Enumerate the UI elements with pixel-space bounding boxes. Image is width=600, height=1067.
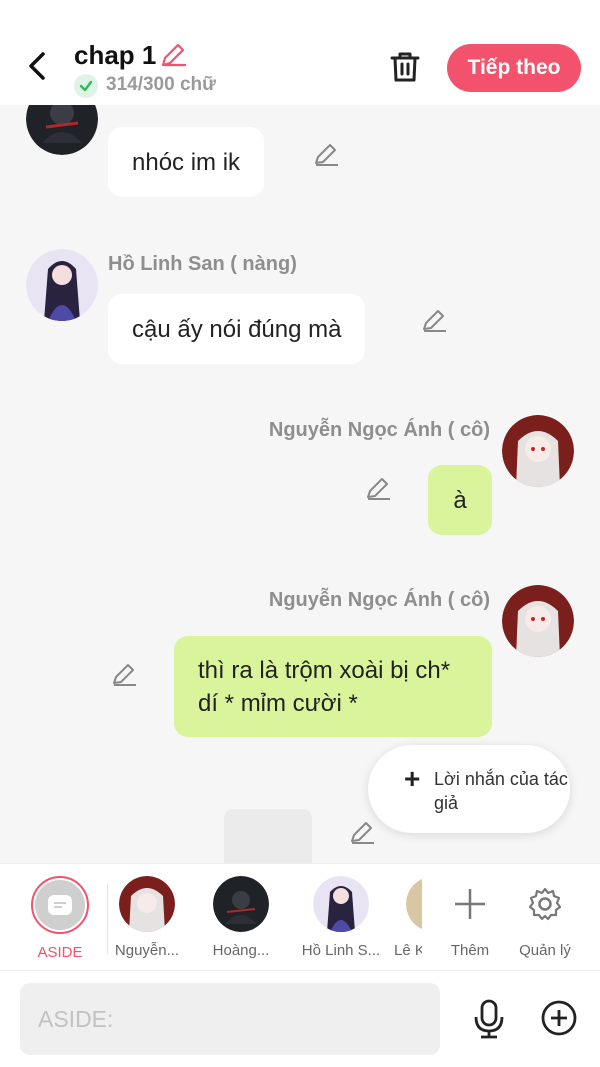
add-button[interactable] [540,999,578,1037]
message-text: cậu ấy nói đúng mà [132,315,342,343]
character-item[interactable]: Lê K [394,876,422,959]
plus-icon [455,889,485,919]
next-button[interactable]: Tiếp theo [447,44,581,92]
character-aside[interactable]: ASIDE [30,876,90,961]
author-note-button[interactable]: + Lời nhắn của tác giả [368,745,570,833]
edit-message-button[interactable] [312,141,340,169]
message-bubble[interactable]: à [428,465,492,535]
top-bar: chap 1 314/300 chữ Tiếp theo [0,0,600,105]
back-button[interactable] [20,48,54,84]
character-label: Hồ Linh S... [301,942,381,959]
delete-button[interactable] [386,48,424,86]
message-input[interactable] [20,983,440,1055]
avatar[interactable] [26,105,98,155]
microphone-icon [474,999,504,1039]
message-bubble[interactable]: thì ra là trộm xoài bị ch* dí * mỉm cười… [174,636,492,737]
speaker-name: Nguyễn Ngọc Ánh ( cô) [268,419,490,441]
chat-area[interactable]: nhóc im ik Hồ Linh San ( nàng) cậu ấy nó… [0,105,600,863]
aside-message[interactable]: ___ [224,809,312,863]
author-note-label: Lời nhắn của tác giả [434,769,568,813]
edit-message-button[interactable] [348,819,376,847]
chevron-left-icon [29,52,45,80]
microphone-button[interactable] [470,999,508,1039]
speaker-name: Hồ Linh San ( nàng) [108,253,297,275]
pencil-icon [351,822,374,844]
character-bar: ASIDE Nguyễn... Hoàng... Hồ Linh S... Lê… [0,863,600,971]
divider [107,884,108,954]
avatar[interactable] [502,585,574,657]
manage-characters-button[interactable]: Quản lý [514,876,576,959]
character-label: ASIDE [37,944,83,961]
plus-circle-icon [541,1000,577,1036]
character-item[interactable]: Hồ Linh S... [296,876,386,959]
pencil-icon [161,43,186,67]
word-count: 314/300 chữ [106,74,216,95]
pencil-icon [113,664,136,686]
aside-text: ___ [252,851,283,863]
character-item[interactable]: Hoàng... [206,876,276,959]
character-label: Hoàng... [212,942,270,959]
check-icon [74,74,98,98]
message-bubble[interactable]: cậu ấy nói đúng mà [108,294,366,364]
gear-icon [528,887,562,921]
trash-icon [390,52,420,82]
avatar[interactable] [26,249,98,321]
edit-message-button[interactable] [420,307,448,335]
edit-message-button[interactable] [110,661,138,689]
message-bubble[interactable]: nhóc im ik [108,127,265,197]
add-character-button[interactable]: Thêm [440,876,500,959]
message-text: à [453,486,467,514]
character-label: Thêm [450,942,490,959]
compose-bar [0,971,600,1067]
aside-icon [48,895,72,915]
avatar[interactable] [502,415,574,487]
edit-title-button[interactable] [158,40,188,70]
message-text: nhóc im ik [132,148,241,176]
pencil-icon [423,310,446,332]
character-item[interactable]: Nguyễn... [112,876,182,959]
message-text: thì ra là trộm xoài bị ch* dí * mỉm cười… [198,656,451,717]
character-label: Lê K [394,942,422,959]
pencil-icon [367,478,390,500]
character-label: Quản lý [519,942,571,959]
pencil-icon [315,144,338,166]
character-label: Nguyễn... [114,942,180,959]
speaker-name: Nguyễn Ngọc Ánh ( cô) [268,589,490,611]
plus-icon: + [404,763,421,794]
edit-message-button[interactable] [364,475,392,503]
chapter-title[interactable]: chap 1 [74,40,156,71]
